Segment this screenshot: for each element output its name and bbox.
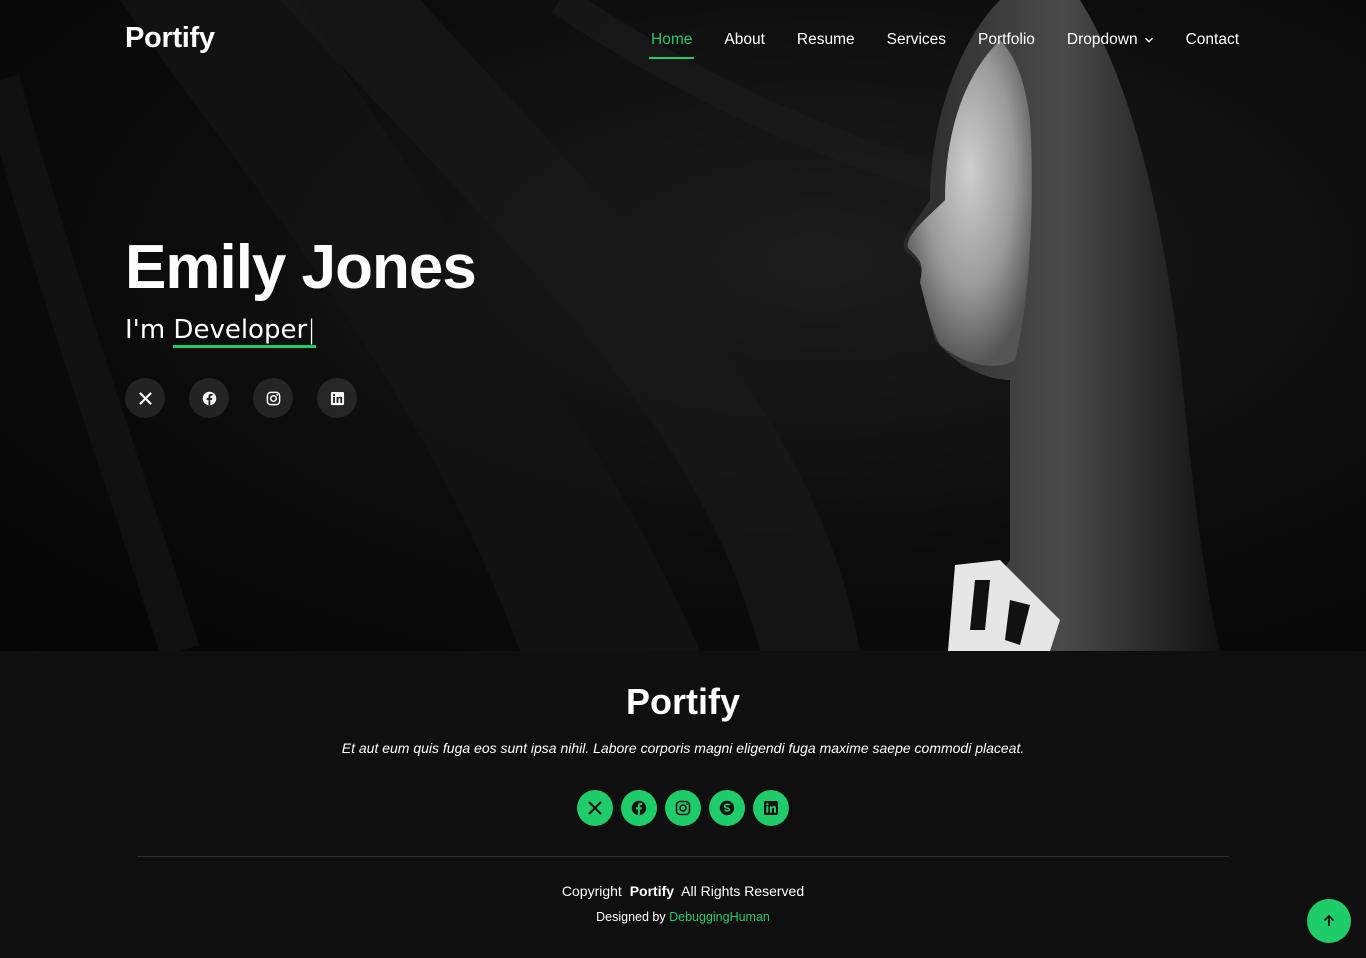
site-header: Portify Home About Resume Services Portf… [0,0,1366,82]
nav-item-services[interactable]: Services [887,31,946,49]
nav-item-label: Resume [796,31,855,48]
copyright-prefix: Copyright [561,883,622,899]
footer-copyright: Copyright Portify All Rights Reserved [0,883,1366,899]
x-twitter-icon [588,801,602,815]
footer-linkedin-link[interactable] [753,790,789,826]
main-nav: Home About Resume Services Portfolio Dro… [648,31,1239,59]
footer-facebook-link[interactable] [621,790,657,826]
typed-role-text: Developer [173,315,308,345]
x-twitter-icon [138,391,152,405]
instagram-icon [266,391,280,405]
facebook-icon [631,800,647,816]
typed-cursor: | [307,315,316,345]
skype-icon [719,800,735,816]
linkedin-icon [764,801,778,815]
typed-role: Developer| [173,315,316,348]
copyright-suffix: All Rights Reserved [681,883,805,899]
footer-description: Et aut eum quis fuga eos sunt ipsa nihil… [341,740,1025,756]
hero-facebook-link[interactable] [189,378,229,418]
nav-item-label: Services [886,31,947,48]
footer-instagram-link[interactable] [665,790,701,826]
chevron-down-icon [1144,37,1153,43]
instagram-icon [675,800,691,816]
copyright-brand: Portify [629,883,675,899]
nav-item-dropdown[interactable]: Dropdown [1067,31,1154,49]
credit-link[interactable]: DebuggingHuman [669,910,770,924]
hero-x-link[interactable] [125,378,165,418]
hero-section: Portify Home About Resume Services Portf… [0,0,1366,651]
nav-item-about[interactable]: About [724,31,765,49]
footer-x-link[interactable] [577,790,613,826]
back-to-top-button[interactable] [1307,899,1351,943]
hero-subtitle: I'm Developer| [125,315,316,348]
nav-item-resume[interactable]: Resume [797,31,855,49]
arrow-up-icon [1323,914,1335,926]
hero-social-links [125,378,357,418]
footer-skype-link[interactable] [709,790,745,826]
footer-divider [137,856,1229,857]
nav-item-label: Dropdown [1066,31,1138,48]
linkedin-icon [330,391,344,405]
nav-item-label: Home [651,31,693,48]
credit-prefix: Designed by [596,910,666,924]
nav-item-portfolio[interactable]: Portfolio [978,31,1035,49]
hero-subtitle-prefix: I'm [125,315,166,345]
site-footer: Portify Et aut eum quis fuga eos sunt ip… [0,651,1366,958]
nav-item-home[interactable]: Home [648,31,695,59]
nav-item-label: About [724,31,765,48]
hero-instagram-link[interactable] [253,378,293,418]
facebook-icon [202,391,216,405]
nav-item-label: Portfolio [978,31,1035,48]
hero-linkedin-link[interactable] [317,378,357,418]
footer-credit: Designed by DebuggingHuman [0,910,1366,924]
site-logo[interactable]: Portify [125,22,215,55]
footer-social-links [0,790,1366,826]
nav-item-contact[interactable]: Contact [1186,31,1239,49]
footer-title: Portify [625,681,740,722]
nav-item-label: Contact [1185,31,1239,48]
hero-name: Emily Jones [125,233,477,302]
